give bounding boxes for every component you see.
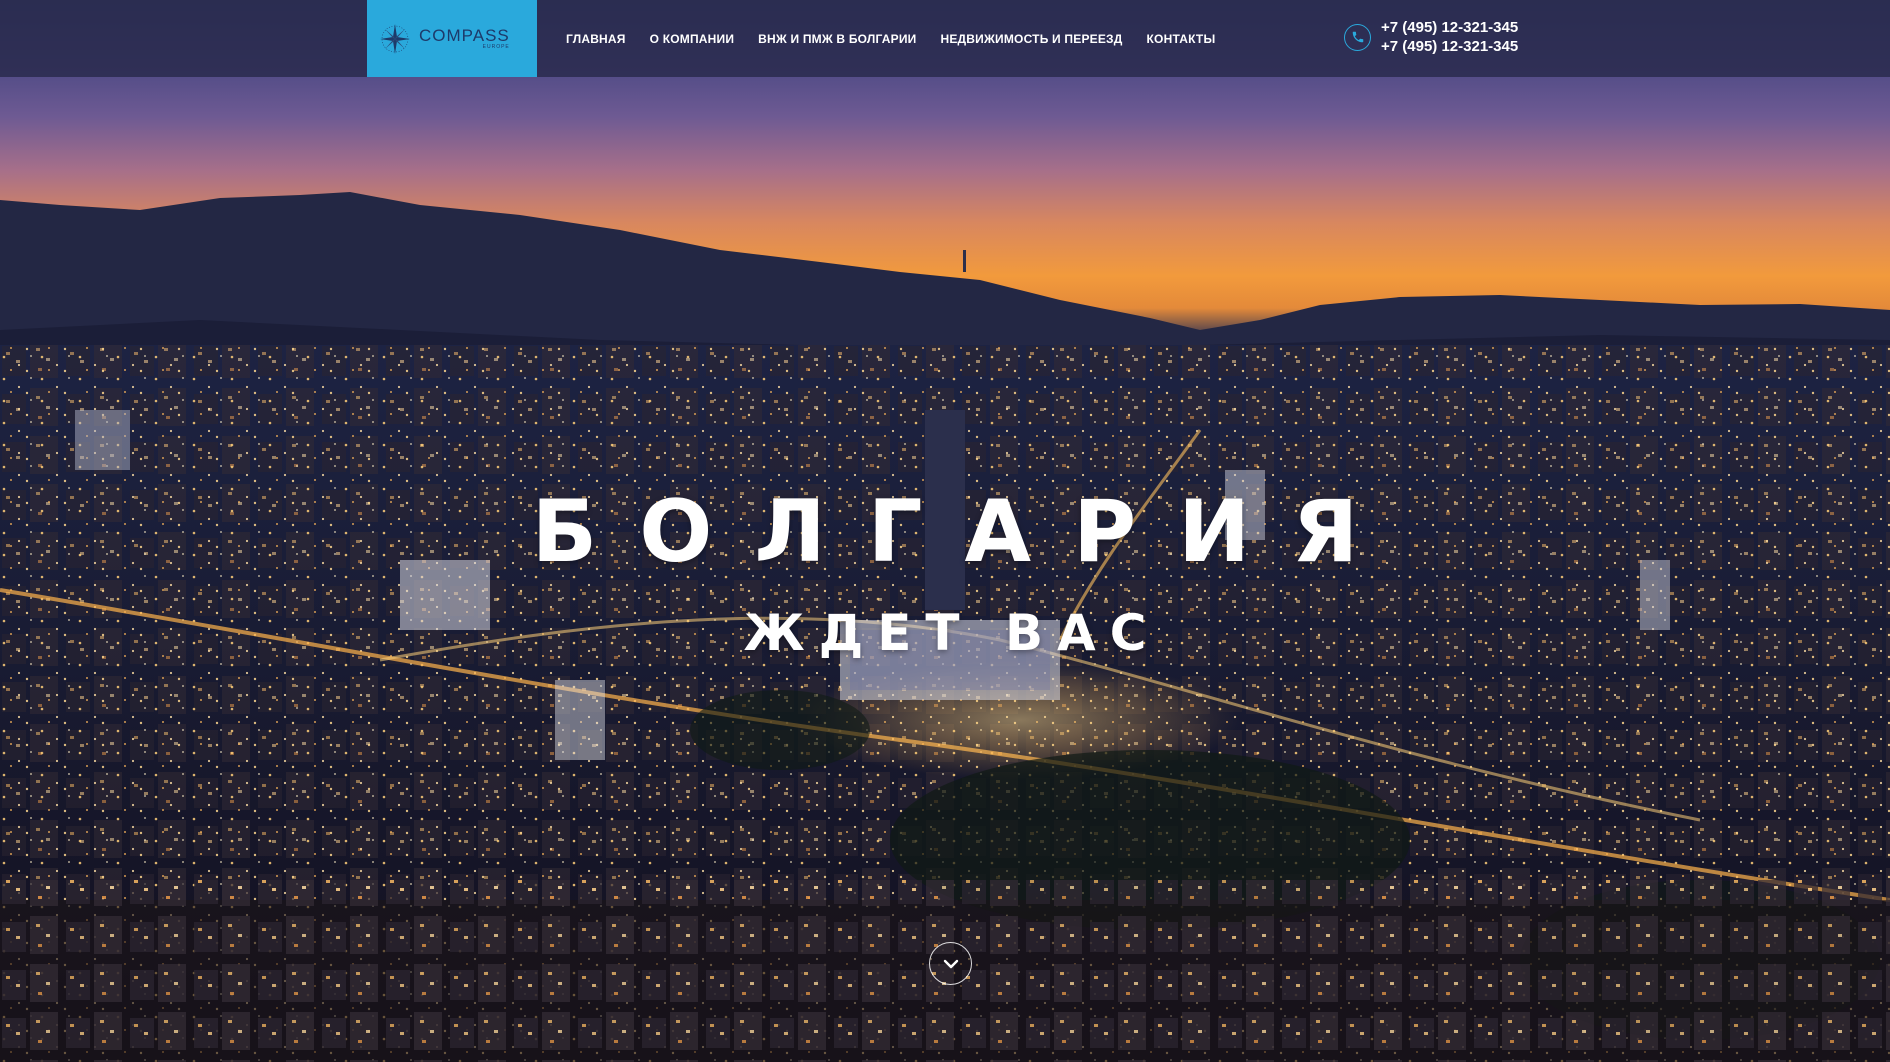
chevron-down-icon: [943, 959, 958, 968]
scroll-down-button[interactable]: [929, 942, 972, 985]
landing-page: COMPASS EUROPE ГЛАВНАЯ О КОМПАНИИ ВНЖ И …: [0, 0, 1890, 1062]
phone-list: +7 (495) 12-321-345 +7 (495) 12-321-345: [1381, 18, 1518, 56]
phone-block: +7 (495) 12-321-345 +7 (495) 12-321-345: [1344, 18, 1518, 56]
hero-subtitle: ЖДЕТ ВАС: [743, 604, 1161, 662]
hero-title: БОЛГАРИЯ: [531, 482, 1401, 582]
nav-item-contacts[interactable]: КОНТАКТЫ: [1147, 32, 1216, 46]
phone-icon[interactable]: [1344, 23, 1371, 51]
compass-star-icon: [380, 23, 410, 54]
nav-item-about[interactable]: О КОМПАНИИ: [650, 32, 735, 46]
logo-text: COMPASS: [419, 26, 510, 45]
phone-number[interactable]: +7 (495) 12-321-345: [1381, 37, 1518, 56]
nav-item-residence[interactable]: ВНЖ И ПМЖ В БОЛГАРИИ: [758, 32, 916, 46]
logo-wordmark: COMPASS EUROPE: [419, 27, 510, 50]
top-navbar: COMPASS EUROPE ГЛАВНАЯ О КОМПАНИИ ВНЖ И …: [0, 0, 1890, 77]
nav-item-home[interactable]: ГЛАВНАЯ: [566, 32, 626, 46]
logo[interactable]: COMPASS EUROPE: [367, 0, 537, 77]
main-nav: ГЛАВНАЯ О КОМПАНИИ ВНЖ И ПМЖ В БОЛГАРИИ …: [566, 0, 1239, 77]
logo-subtext: EUROPE: [482, 44, 510, 50]
phone-number[interactable]: +7 (495) 12-321-345: [1381, 18, 1518, 37]
nav-item-realty[interactable]: НЕДВИЖИМОСТЬ И ПЕРЕЕЗД: [940, 32, 1122, 46]
